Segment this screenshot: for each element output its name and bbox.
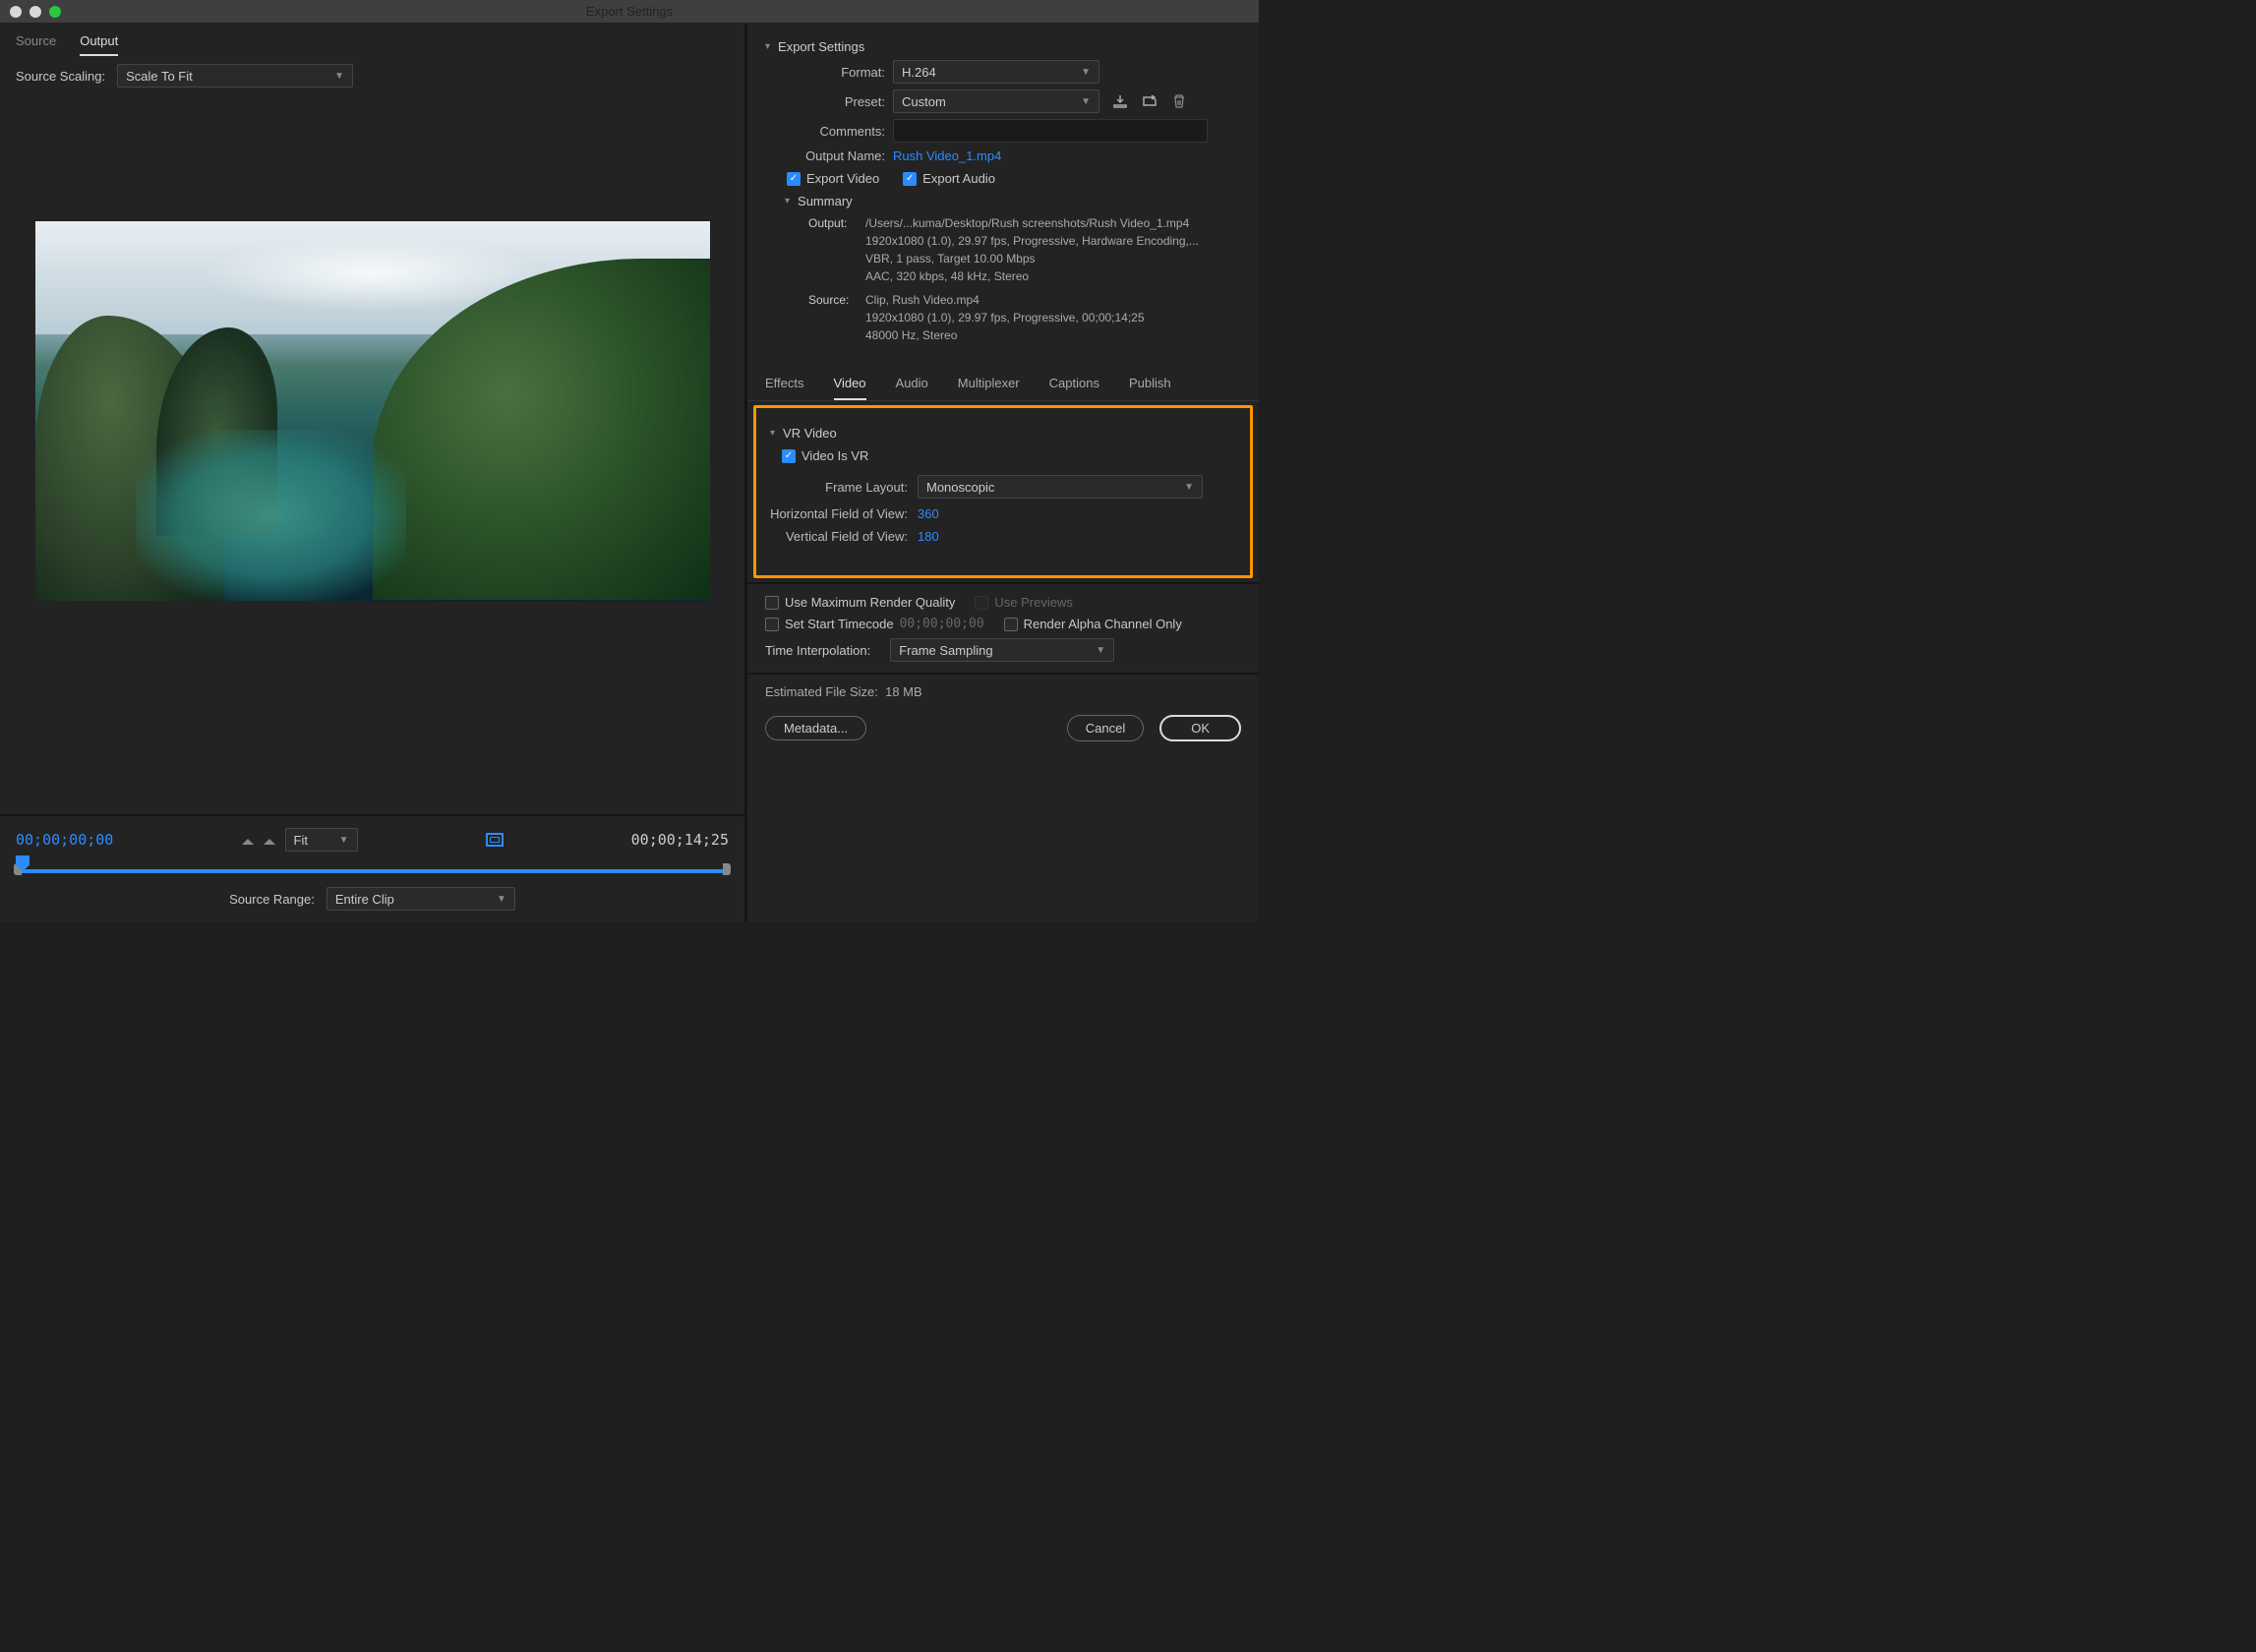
import-preset-icon[interactable] <box>1141 93 1158 109</box>
use-previews-checkbox: Use Previews <box>975 595 1072 610</box>
summary-output-label: Output: <box>808 214 865 285</box>
close-window-icon[interactable] <box>10 6 22 18</box>
set-start-timecode-checkbox[interactable]: Set Start Timecode 00;00;00;00 <box>765 617 984 631</box>
checkbox-empty-icon <box>765 618 779 631</box>
format-dropdown[interactable]: H.264 ▼ <box>893 60 1099 84</box>
delete-preset-icon[interactable] <box>1170 93 1188 109</box>
hfov-label: Horizontal Field of View: <box>770 506 918 521</box>
set-in-point-icon[interactable] <box>242 833 254 845</box>
summary-source-label: Source: <box>808 291 865 344</box>
window-controls <box>10 6 61 18</box>
vr-video-header[interactable]: ▾ VR Video <box>770 426 1236 441</box>
chevron-down-icon: ▼ <box>1096 645 1105 656</box>
vfov-value[interactable]: 180 <box>918 529 939 544</box>
cancel-button[interactable]: Cancel <box>1067 715 1144 741</box>
frame-layout-label: Frame Layout: <box>770 480 918 495</box>
tab-output[interactable]: Output <box>80 33 118 56</box>
source-range-dropdown[interactable]: Entire Clip ▼ <box>327 887 515 911</box>
summary-output-lines: /Users/...kuma/Desktop/Rush screenshots/… <box>865 214 1200 285</box>
summary-source-lines: Clip, Rush Video.mp4 1920x1080 (1.0), 29… <box>865 291 1200 344</box>
chevron-down-icon: ▼ <box>497 894 506 905</box>
export-video-checkbox[interactable]: ✓ Export Video <box>787 171 879 186</box>
render-alpha-checkbox[interactable]: Render Alpha Channel Only <box>1004 617 1182 631</box>
checkbox-empty-icon <box>1004 618 1018 631</box>
timecode-out: 00;00;14;25 <box>631 831 729 849</box>
tab-multiplexer[interactable]: Multiplexer <box>958 368 1020 400</box>
tab-effects[interactable]: Effects <box>765 368 804 400</box>
tab-audio[interactable]: Audio <box>896 368 928 400</box>
time-interpolation-label: Time Interpolation: <box>765 643 870 658</box>
output-name-link[interactable]: Rush Video_1.mp4 <box>893 148 1001 163</box>
preset-label: Preset: <box>785 94 893 109</box>
tab-source[interactable]: Source <box>16 33 56 56</box>
summary-header[interactable]: ▾ Summary <box>785 194 1241 208</box>
set-out-point-icon[interactable] <box>264 833 275 845</box>
comments-input[interactable] <box>893 119 1208 143</box>
video-is-vr-checkbox[interactable]: ✓ Video Is VR <box>782 448 1236 463</box>
max-render-quality-checkbox[interactable]: Use Maximum Render Quality <box>765 595 955 610</box>
chevron-down-icon: ▼ <box>1184 482 1194 493</box>
video-preview <box>35 221 710 601</box>
source-range-label: Source Range: <box>229 892 315 907</box>
preset-dropdown[interactable]: Custom ▼ <box>893 89 1099 113</box>
chevron-down-icon: ▾ <box>785 196 790 206</box>
source-scaling-value: Scale To Fit <box>126 69 193 84</box>
output-name-label: Output Name: <box>785 148 893 163</box>
estimated-size-label: Estimated File Size: <box>765 684 878 699</box>
metadata-button[interactable]: Metadata... <box>765 716 866 740</box>
titlebar: Export Settings <box>0 0 1259 24</box>
export-audio-checkbox[interactable]: ✓ Export Audio <box>903 171 995 186</box>
hfov-value[interactable]: 360 <box>918 506 939 521</box>
format-label: Format: <box>785 65 893 80</box>
chevron-down-icon: ▾ <box>765 41 770 52</box>
window-title: Export Settings <box>586 4 673 19</box>
chevron-down-icon: ▾ <box>770 428 775 439</box>
check-icon: ✓ <box>782 449 796 463</box>
save-preset-icon[interactable] <box>1111 93 1129 109</box>
frame-layout-dropdown[interactable]: Monoscopic ▼ <box>918 475 1203 499</box>
estimated-size-value: 18 MB <box>885 684 922 699</box>
tab-publish[interactable]: Publish <box>1129 368 1171 400</box>
check-icon: ✓ <box>787 172 801 186</box>
ok-button[interactable]: OK <box>1159 715 1241 741</box>
start-timecode-value: 00;00;00;00 <box>900 617 984 631</box>
maximize-window-icon[interactable] <box>49 6 61 18</box>
tab-video[interactable]: Video <box>834 368 866 400</box>
timecode-in[interactable]: 00;00;00;00 <box>16 831 113 849</box>
time-interpolation-dropdown[interactable]: Frame Sampling ▼ <box>890 638 1114 662</box>
vfov-label: Vertical Field of View: <box>770 529 918 544</box>
export-settings-header[interactable]: ▾ Export Settings <box>765 39 1241 54</box>
chevron-down-icon: ▼ <box>339 835 349 846</box>
chevron-down-icon: ▼ <box>334 71 344 82</box>
zoom-fit-dropdown[interactable]: Fit ▼ <box>285 828 358 852</box>
check-icon: ✓ <box>903 172 917 186</box>
source-scaling-label: Source Scaling: <box>16 69 105 84</box>
tab-captions[interactable]: Captions <box>1049 368 1099 400</box>
timeline-slider[interactable] <box>16 859 729 879</box>
checkbox-empty-icon <box>765 596 779 610</box>
source-scaling-dropdown[interactable]: Scale To Fit ▼ <box>117 64 353 88</box>
aspect-ratio-button[interactable] <box>486 833 504 847</box>
minimize-window-icon[interactable] <box>30 6 41 18</box>
timeline-controls: 00;00;00;00 Fit ▼ 00;00;14;25 <box>0 816 744 922</box>
vr-video-section: ▾ VR Video ✓ Video Is VR Frame Layout: M… <box>753 405 1253 578</box>
comments-label: Comments: <box>785 124 893 139</box>
chevron-down-icon: ▼ <box>1081 96 1091 107</box>
settings-panel: ▾ Export Settings Format: H.264 ▼ Preset… <box>747 24 1259 922</box>
chevron-down-icon: ▼ <box>1081 67 1091 78</box>
checkbox-empty-icon <box>975 596 988 610</box>
preview-panel: Source Output Source Scaling: Scale To F… <box>0 24 747 922</box>
